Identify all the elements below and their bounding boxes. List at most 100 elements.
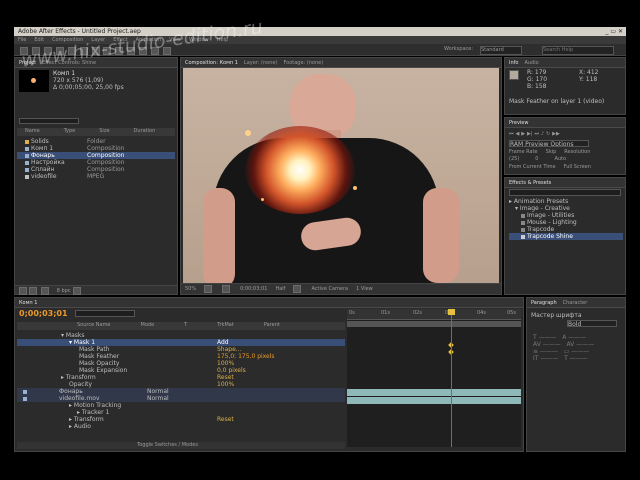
project-item[interactable]: Фонарь Composition [17, 152, 175, 159]
menu-edit[interactable]: Edit [34, 37, 44, 43]
stroke-icon[interactable]: ≡ ——— ▭ ——— [533, 348, 619, 355]
effects-search-input[interactable] [509, 189, 621, 196]
timeline-row[interactable]: ▸ Transform Reset [17, 416, 345, 423]
project-item[interactable]: videofile MPEG [17, 173, 175, 180]
project-search-input[interactable] [19, 118, 79, 124]
new-folder-icon[interactable] [28, 286, 37, 295]
timeline-row[interactable]: ▸ Motion Tracking [17, 402, 345, 409]
interpret-footage-icon[interactable] [19, 287, 27, 295]
person-right-arm [423, 188, 459, 283]
last-frame-icon[interactable]: ⏭ [534, 131, 539, 137]
project-item[interactable]: Solids Folder [17, 138, 175, 145]
tab-layer[interactable]: Layer: (none) [244, 60, 278, 66]
loop-icon[interactable]: ↻ [546, 131, 550, 137]
bpc-label[interactable]: 8 bpc [57, 288, 71, 294]
effect-icon [521, 220, 525, 225]
col-size[interactable]: Size [99, 128, 109, 136]
view-select[interactable]: Active Camera [311, 286, 348, 292]
window-controls[interactable]: _ ▭ ✕ [605, 28, 623, 35]
camera-snapshot-icon[interactable] [222, 285, 231, 293]
layer-bar-1[interactable] [347, 389, 521, 396]
region-of-interest-icon[interactable] [293, 285, 302, 293]
new-composition-icon[interactable] [40, 286, 49, 295]
visibility-eye-icon[interactable] [23, 389, 27, 394]
col-duration[interactable]: Duration [134, 128, 156, 136]
scale-icon[interactable]: IT ——— T ——— [533, 355, 619, 362]
search-help-input[interactable]: Search Help [542, 46, 614, 55]
tab-footage[interactable]: Footage: (none) [283, 60, 323, 66]
timeline-search-input[interactable] [75, 310, 135, 317]
effects-item[interactable]: ▾ Image - Creative [509, 205, 623, 212]
timeline-panel: Комп 1 0;00;03;01 Source Name Mode T Trk… [14, 297, 524, 452]
play-icon[interactable]: ▶ [521, 131, 525, 137]
col-name[interactable]: Name [25, 128, 40, 136]
timeline-row[interactable]: ▾ Masks [17, 332, 345, 339]
tab-composition[interactable]: Composition: Комп 1 [185, 60, 238, 66]
timeline-layer[interactable]: Фонарь Normal [17, 388, 345, 395]
menu-file[interactable]: File [18, 37, 26, 43]
col-type[interactable]: Type [64, 128, 75, 136]
next-frame-icon[interactable]: ▶| [527, 131, 533, 137]
timeline-row[interactable]: Mask Expansion 0,0 pixels [17, 367, 345, 374]
comp-timecode[interactable]: 0;00;03;01 [240, 286, 267, 292]
timeline-row[interactable]: ▸ Audio [17, 423, 345, 430]
timeline-row[interactable]: Opacity 100% [17, 381, 345, 388]
layer-bar-2[interactable] [347, 397, 521, 404]
font-size-icon[interactable]: T ——— A ——— [533, 334, 619, 341]
tab-preview[interactable]: Preview [509, 120, 528, 126]
ram-preview-select[interactable]: RAM Preview Options [509, 140, 589, 147]
playhead-handle[interactable] [448, 309, 456, 315]
visibility-eye-icon[interactable] [23, 396, 27, 401]
timeline-row[interactable]: ▸ Tracker 1 [17, 409, 345, 416]
frame-rate-select[interactable]: (25) [509, 156, 519, 162]
timeline-row[interactable]: Mask Path Shape... [17, 346, 345, 353]
effects-item[interactable]: Trapcode Shine [509, 233, 623, 240]
project-list: Solids Folder Комп 1 Composition Фонарь … [17, 138, 175, 180]
timeline-row[interactable]: Mask Opacity 100% [17, 360, 345, 367]
zoom-select[interactable]: 50% [185, 286, 196, 292]
first-frame-icon[interactable]: ⏮ [509, 131, 514, 137]
views-select[interactable]: 1 View [356, 286, 373, 292]
delete-icon[interactable] [72, 286, 81, 295]
timeline-timecode[interactable]: 0;00;03;01 [19, 309, 68, 318]
tab-audio[interactable]: Audio [524, 60, 538, 66]
project-item[interactable]: Настройка Composition [17, 159, 175, 166]
full-screen-checkbox[interactable]: Full Screen [564, 164, 591, 170]
tab-paragraph[interactable]: Paragraph [531, 300, 557, 306]
font-style-select[interactable]: Bold [567, 320, 617, 327]
tab-timeline-comp[interactable]: Комп 1 [19, 300, 37, 306]
work-area-bar[interactable] [347, 321, 521, 327]
effects-item[interactable]: Mouse - Lighting [509, 219, 623, 226]
timeline-row[interactable]: ▾ Mask 1 Add [17, 339, 345, 346]
tab-info[interactable]: Info [509, 60, 518, 66]
resolution-select[interactable]: Auto [554, 156, 566, 162]
effects-item[interactable]: Image - Utilities [509, 212, 623, 219]
timeline-row[interactable]: ▸ Transform Reset [17, 374, 345, 381]
audio-icon[interactable]: ♪ [541, 131, 544, 137]
kerning-icon[interactable]: AV ——— AV ——— [533, 341, 619, 348]
toggle-switches-modes[interactable]: Toggle Switches / Modes [137, 442, 198, 448]
timeline-layer[interactable]: videofile.mov Normal [17, 395, 345, 402]
project-item[interactable]: Комп 1 Composition [17, 145, 175, 152]
quality-select[interactable]: Half [275, 286, 285, 292]
preview-tabbar: Preview [505, 118, 625, 128]
timeline-row[interactable]: Mask Feather 175,0; 175,0 pixels [17, 353, 345, 360]
paragraph-panel: Paragraph Character Мастер шрифта Bold T… [526, 297, 626, 452]
prev-frame-icon[interactable]: ◀ [515, 131, 519, 137]
grid-icon[interactable] [204, 285, 213, 293]
workspace-select[interactable]: Standard [480, 46, 522, 55]
tab-character[interactable]: Character [563, 300, 588, 306]
composition-viewer[interactable] [183, 68, 499, 283]
playhead[interactable] [448, 309, 456, 447]
from-current-checkbox[interactable]: From Current Time [509, 164, 556, 170]
time-graph[interactable]: 0s 01s 02s 03s 04s 05s [347, 309, 521, 447]
effects-item[interactable]: ▸ Animation Presets [509, 198, 623, 205]
tab-effects-presets[interactable]: Effects & Presets [509, 180, 551, 186]
ram-preview-icon[interactable]: ▶▶ [552, 131, 560, 137]
time-ruler[interactable]: 0s 01s 02s 03s 04s 05s [347, 309, 521, 320]
project-item[interactable]: Сплайн Composition [17, 166, 175, 173]
effects-item[interactable]: Trapcode [509, 226, 623, 233]
timeline-footer: Toggle Switches / Modes [17, 442, 345, 449]
effect-icon [521, 234, 525, 239]
skip-input[interactable]: 0 [535, 156, 538, 162]
